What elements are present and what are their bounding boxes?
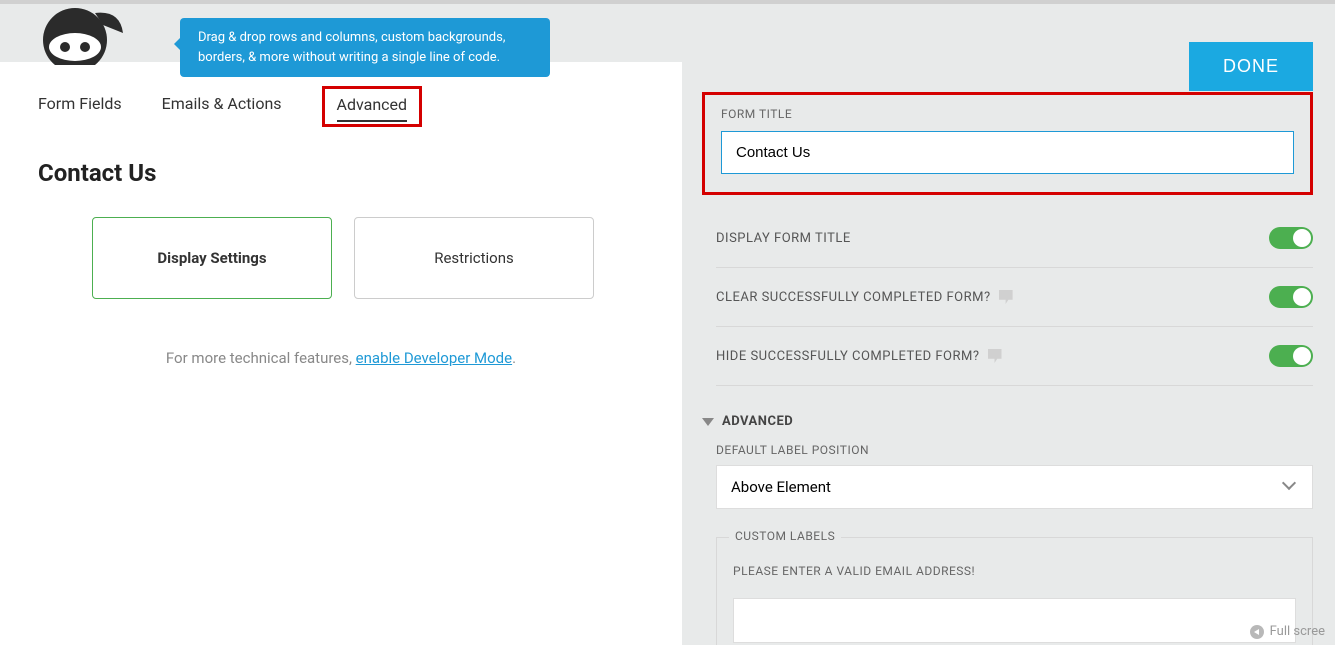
- card-restrictions[interactable]: Restrictions: [354, 217, 594, 299]
- form-title-label: FORM TITLE: [721, 107, 1294, 121]
- valid-email-label: PLEASE ENTER A VALID EMAIL ADDRESS!: [733, 564, 1296, 578]
- settings-cards: Display Settings Restrictions: [92, 217, 644, 299]
- toggle-display-form-title[interactable]: [1269, 227, 1313, 249]
- fullscreen-indicator[interactable]: Full scree: [1250, 624, 1325, 639]
- form-title-highlight: FORM TITLE: [702, 92, 1313, 195]
- default-label-pos-label: DEFAULT LABEL POSITION: [716, 443, 1313, 457]
- tab-advanced-highlight: Advanced: [322, 86, 423, 127]
- form-title-input[interactable]: [721, 131, 1294, 174]
- default-label-pos-value: Above Element: [731, 478, 831, 496]
- promo-tooltip: Drag & drop rows and columns, custom bac…: [180, 18, 550, 77]
- right-panel: FORM TITLE DISPLAY FORM TITLE CLEAR SUCC…: [682, 62, 1335, 645]
- card-display-settings[interactable]: Display Settings: [92, 217, 332, 299]
- tech-note-prefix: For more technical features,: [166, 349, 356, 367]
- fullscreen-label: Full scree: [1270, 624, 1325, 639]
- tech-note-suffix: .: [512, 349, 516, 367]
- tab-form-fields[interactable]: Form Fields: [38, 94, 122, 127]
- arrow-left-icon: [1250, 625, 1264, 639]
- tab-emails-actions[interactable]: Emails & Actions: [162, 94, 282, 127]
- tab-bar: Form Fields Emails & Actions Advanced: [38, 94, 644, 127]
- custom-labels-legend: CUSTOM LABELS: [729, 529, 841, 543]
- chevron-down-icon: [1284, 480, 1298, 494]
- enable-dev-mode-link[interactable]: enable Developer Mode: [356, 349, 512, 367]
- help-icon[interactable]: [988, 349, 1002, 363]
- toggle-clear-completed[interactable]: [1269, 286, 1313, 308]
- clear-completed-label: CLEAR SUCCESSFULLY COMPLETED FORM?: [716, 290, 991, 305]
- row-hide-completed: HIDE SUCCESSFULLY COMPLETED FORM?: [716, 327, 1313, 386]
- custom-labels-fieldset: CUSTOM LABELS PLEASE ENTER A VALID EMAIL…: [716, 537, 1313, 645]
- row-display-form-title: DISPLAY FORM TITLE: [716, 209, 1313, 268]
- tech-note: For more technical features, enable Deve…: [38, 349, 644, 367]
- display-form-title-label: DISPLAY FORM TITLE: [716, 231, 851, 246]
- ninja-logo: [25, 5, 125, 65]
- valid-email-input[interactable]: [733, 598, 1296, 643]
- hide-completed-label: HIDE SUCCESSFULLY COMPLETED FORM?: [716, 349, 980, 364]
- advanced-header-label: ADVANCED: [722, 414, 793, 429]
- help-icon[interactable]: [999, 290, 1013, 304]
- advanced-section-header[interactable]: ADVANCED: [702, 414, 1313, 429]
- default-label-pos-select[interactable]: Above Element: [716, 465, 1313, 509]
- toggle-hide-completed[interactable]: [1269, 345, 1313, 367]
- tab-advanced[interactable]: Advanced: [337, 95, 408, 122]
- left-panel: Form Fields Emails & Actions Advanced Co…: [0, 62, 682, 645]
- row-clear-completed: CLEAR SUCCESSFULLY COMPLETED FORM?: [716, 268, 1313, 327]
- chevron-down-icon: [702, 418, 714, 426]
- page-title: Contact Us: [38, 159, 644, 187]
